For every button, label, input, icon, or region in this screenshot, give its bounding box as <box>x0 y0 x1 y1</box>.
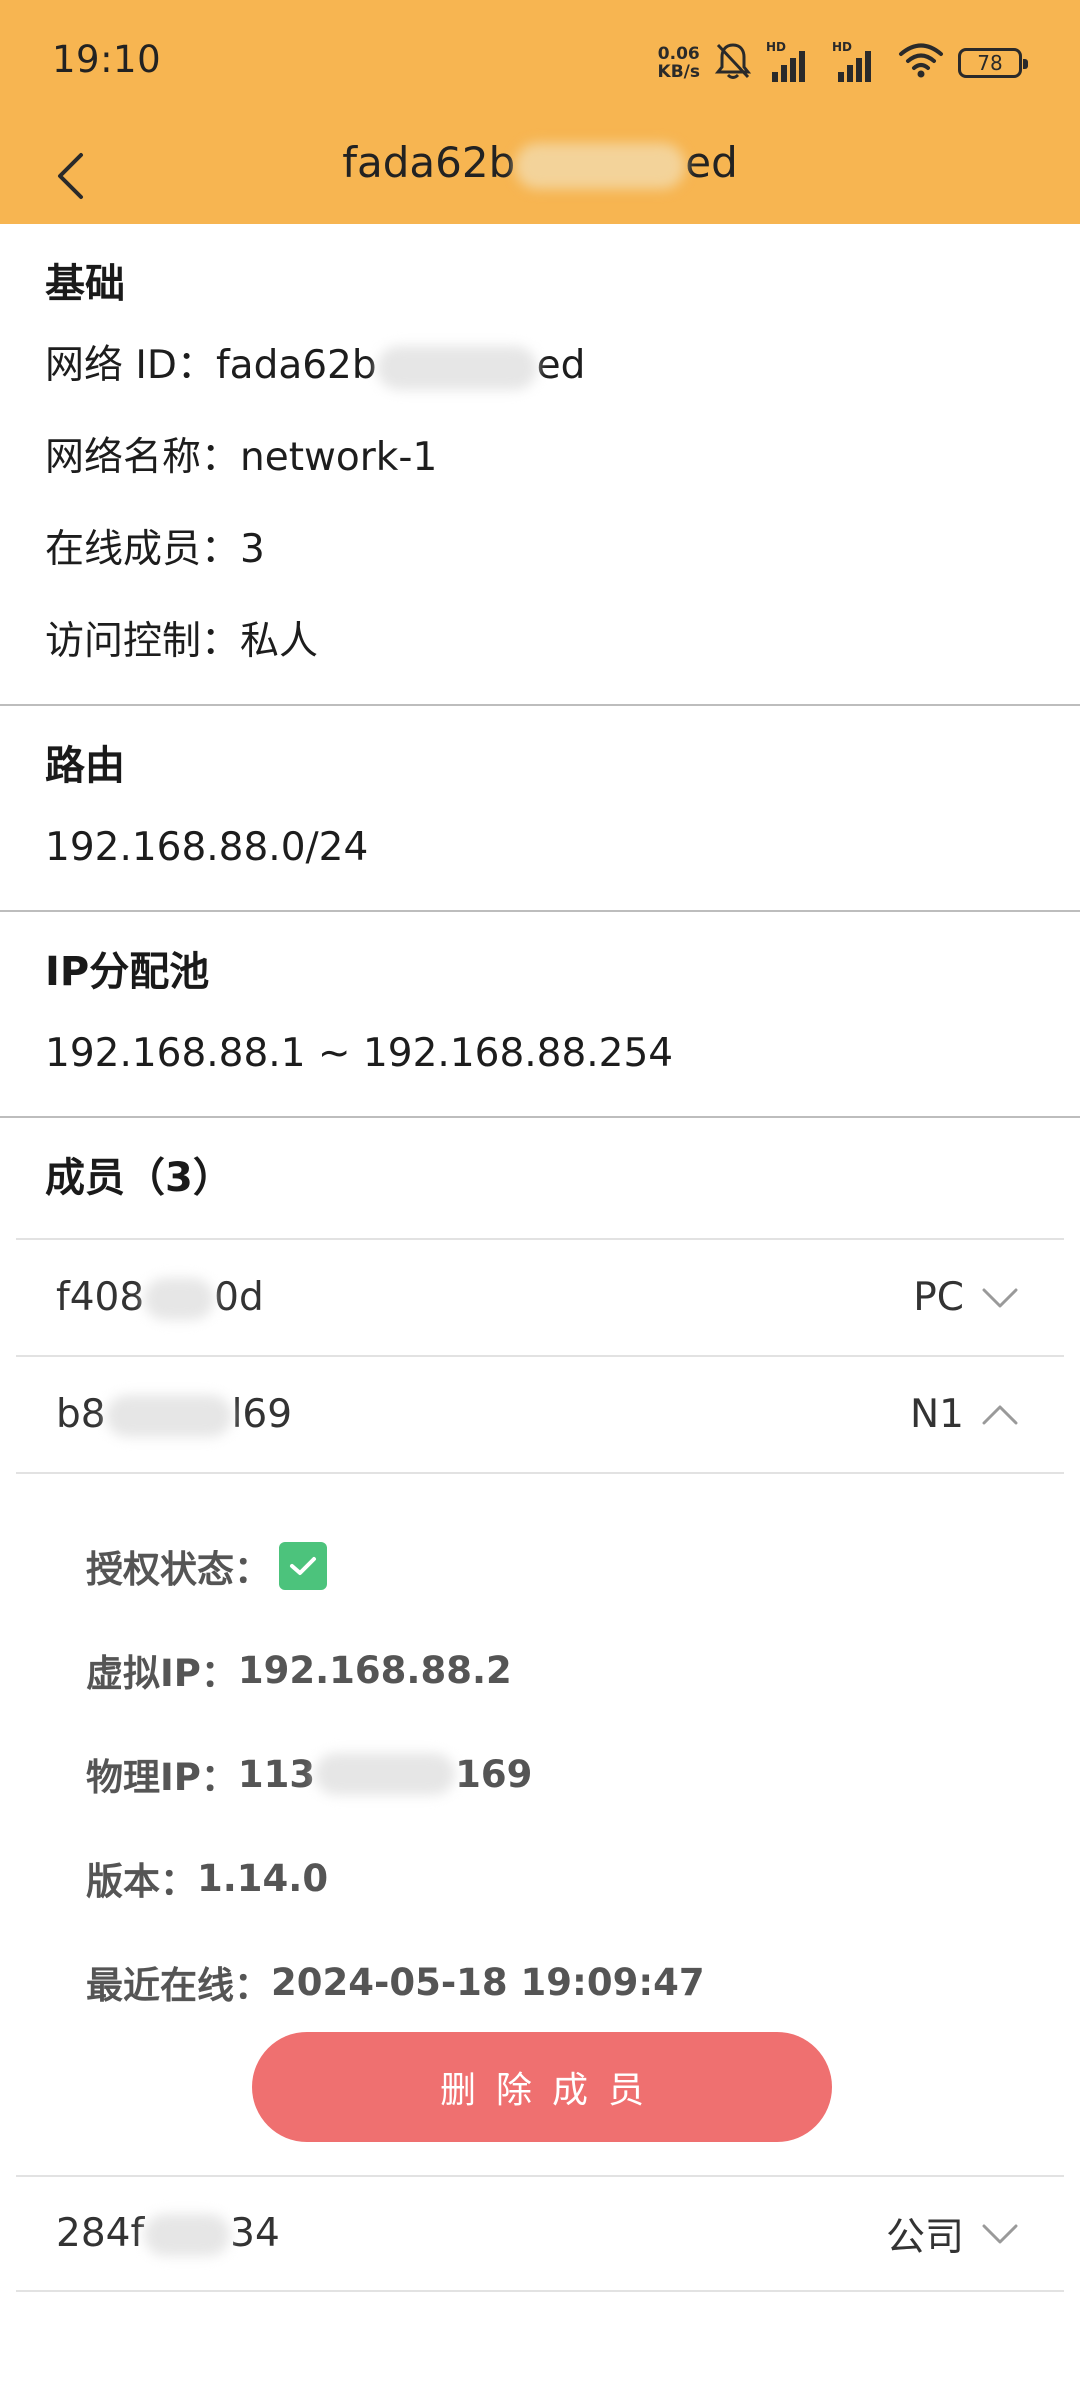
member-right: PC <box>913 1275 1020 1320</box>
auth-status-row: 授权状态： <box>86 1514 1064 1618</box>
virtual-ip-label: 虚拟IP： <box>86 1652 238 1695</box>
network-speed-unit: KB/s <box>657 62 700 82</box>
redacted-blur <box>376 345 537 390</box>
network-speed: 0.06 KB/s <box>658 45 700 81</box>
ip-pool-value: 192.168.88.1 ~ 192.168.88.254 <box>45 1031 674 1076</box>
member-id: b8 l69 <box>56 1392 292 1438</box>
member-detail-panel: 授权状态： 虚拟IP： 192.168.88.2 物理IP： 113 169 版本： 1… <box>16 1472 1064 2175</box>
member-id-suffix: l69 <box>231 1391 293 1437</box>
member-id: f408 0d <box>56 1275 264 1321</box>
bell-muted-icon <box>714 41 752 85</box>
members-section-title: 成员（3） <box>45 1155 233 1201</box>
virtual-ip-value: 192.168.88.2 <box>237 1648 512 1692</box>
member-id-prefix: 284f <box>56 2210 145 2256</box>
physical-ip-row: 物理IP： 113 169 <box>86 1722 1064 1826</box>
last-online-value: 2024-05-18 19:09:47 <box>271 1960 705 2004</box>
status-bar: 19:10 0.06 KB/s HD HD 78 <box>0 0 1080 128</box>
version-value: 1.14.0 <box>197 1856 329 1900</box>
route-value: 192.168.88.0/24 <box>45 825 369 870</box>
network-name-value: network-1 <box>240 435 438 480</box>
member-id-prefix: f408 <box>56 1274 145 1320</box>
page-title-prefix: fada62b <box>342 138 516 187</box>
member-row-n1[interactable]: b8 l69 N1 <box>16 1355 1064 1472</box>
member-row-company[interactable]: 284f 34 公司 <box>16 2175 1064 2292</box>
network-id-row: 网络 ID：fada62b ed <box>45 320 1035 412</box>
route-section-title: 路由 <box>45 743 125 789</box>
auth-checkbox[interactable] <box>279 1542 327 1590</box>
virtual-ip-row: 虚拟IP： 192.168.88.2 <box>86 1618 1064 1722</box>
member-name: PC <box>913 1275 964 1320</box>
version-row: 版本： 1.14.0 <box>86 1826 1064 1930</box>
status-time: 19:10 <box>52 38 162 81</box>
member-id-prefix: b8 <box>56 1391 106 1437</box>
redacted-blur <box>144 2214 231 2257</box>
member-id-suffix: 34 <box>230 2210 280 2256</box>
chevron-up-icon <box>980 1395 1020 1435</box>
version-label: 版本： <box>86 1860 197 1903</box>
physical-ip-suffix: 169 <box>455 1752 533 1796</box>
page-title-suffix: ed <box>685 138 738 187</box>
access-control-label: 访问控制： <box>45 619 241 664</box>
member-right: 公司 <box>886 2206 1020 2262</box>
member-row-pc[interactable]: f408 0d PC <box>16 1238 1064 1355</box>
member-id-suffix: 0d <box>214 1274 264 1320</box>
online-members-label: 在线成员： <box>45 527 241 572</box>
basic-section-title: 基础 <box>45 261 125 307</box>
chevron-down-icon <box>980 2214 1020 2254</box>
member-right: N1 <box>910 1392 1020 1437</box>
access-control-row: 访问控制：私人 <box>45 596 1035 688</box>
network-id-prefix: fada62b <box>215 343 377 388</box>
online-members-value: 3 <box>240 527 265 572</box>
app-bar: fada62b ed <box>0 128 1080 224</box>
network-speed-value: 0.06 <box>657 44 700 64</box>
redacted-blur <box>515 142 686 189</box>
battery-icon: 78 <box>958 48 1028 78</box>
network-id-suffix: ed <box>536 343 586 388</box>
member-id: 284f 34 <box>56 2211 280 2257</box>
status-icons: 0.06 KB/s HD HD 78 <box>658 38 1028 88</box>
last-online-row: 最近在线： 2024-05-18 19:09:47 <box>86 1930 1064 2034</box>
redacted-blur <box>315 1753 456 1795</box>
network-name-row: 网络名称：network-1 <box>45 412 1035 504</box>
physical-ip-prefix: 113 <box>237 1752 316 1796</box>
ip-pool-section-title: IP分配池 <box>45 949 210 995</box>
signal-sim1-icon: HD <box>766 40 818 82</box>
last-online-label: 最近在线： <box>86 1964 271 2007</box>
chevron-down-icon <box>980 1278 1020 1318</box>
members-section: 成员（3） f408 0d PC b8 l69 N1 授权状态： 虚拟IP： 1… <box>0 1118 1080 2292</box>
member-name: N1 <box>910 1392 964 1437</box>
access-control-value: 私人 <box>240 619 319 664</box>
online-members-row: 在线成员：3 <box>45 504 1035 596</box>
network-id-label: 网络 ID： <box>45 343 216 388</box>
ip-pool-section: IP分配池 192.168.88.1 ~ 192.168.88.254 <box>0 912 1080 1118</box>
content: 基础 网络 ID：fada62b ed 网络名称：network-1 在线成员：3… <box>0 224 1080 2292</box>
redacted-blur <box>144 1278 215 1321</box>
wifi-icon <box>898 43 944 83</box>
redacted-blur <box>105 1395 232 1438</box>
physical-ip-label: 物理IP： <box>86 1756 238 1799</box>
signal-sim2-icon: HD <box>832 40 884 82</box>
basic-section: 基础 网络 ID：fada62b ed 网络名称：network-1 在线成员：3… <box>0 224 1080 706</box>
battery-level: 78 <box>977 51 1003 75</box>
member-name: 公司 <box>885 2214 964 2260</box>
checkmark-icon <box>290 1557 316 1575</box>
auth-status-label: 授权状态： <box>86 1548 271 1591</box>
route-section: 路由 192.168.88.0/24 <box>0 706 1080 912</box>
page-title: fada62b ed <box>0 138 1080 189</box>
network-name-label: 网络名称： <box>45 435 241 480</box>
top-bar: 19:10 0.06 KB/s HD HD 78 fada62b ed <box>0 0 1080 224</box>
delete-member-button[interactable]: 删除成员 <box>252 2032 832 2142</box>
